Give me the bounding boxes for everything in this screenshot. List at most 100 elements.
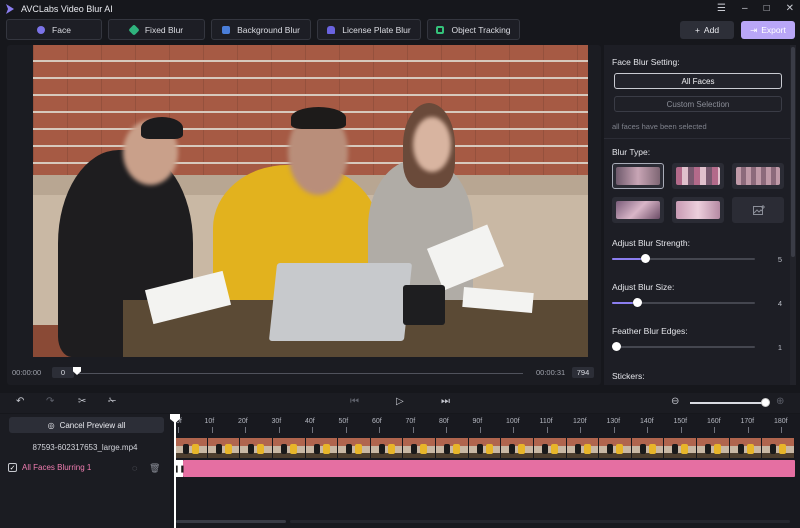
time-ruler[interactable]: 0f 10f 20f 30f 40f 50f 60f 70f 80f 90f 100f 110f 120… xyxy=(175,414,800,436)
ruler-tick xyxy=(513,427,514,433)
feather-title: Feather Blur Edges: xyxy=(612,326,688,336)
blur-strength-slider[interactable]: 5 xyxy=(612,254,782,264)
redo-icon[interactable]: ↷ xyxy=(46,396,54,407)
blur-type-motion[interactable] xyxy=(612,197,664,223)
mode-tab-object-tracking[interactable]: Object Tracking xyxy=(427,19,520,40)
panel-scrollbar[interactable] xyxy=(790,45,796,385)
mode-tab-label: License Plate Blur xyxy=(342,24,411,35)
ruler-tick xyxy=(747,427,749,433)
next-frame-icon[interactable]: ⏭ xyxy=(441,396,450,407)
track-checkbox[interactable]: ✓ xyxy=(8,463,17,472)
mode-tab-license-plate-blur[interactable]: License Plate Blur xyxy=(317,19,421,40)
ruler-tick xyxy=(278,427,280,433)
previous-frame-icon[interactable]: ⏮ xyxy=(350,396,359,407)
export-label: Export xyxy=(761,25,786,35)
export-icon: ⇥ xyxy=(750,24,758,35)
track-list: ◎ Cancel Preview all 87593-602317653_lar… xyxy=(0,414,170,528)
delete-track-icon[interactable]: 🗑 xyxy=(149,463,160,474)
custom-selection-button[interactable]: Custom Selection xyxy=(614,96,782,112)
feather-slider[interactable]: 1 xyxy=(612,342,782,352)
ruler-label: 120f xyxy=(573,418,587,425)
ruler-label: 100f xyxy=(506,418,520,425)
split-icon[interactable]: ✂ xyxy=(78,396,86,407)
zoom-slider-knob[interactable] xyxy=(761,398,770,407)
zoom-out-icon[interactable]: ⊖ xyxy=(671,396,679,407)
zoom-slider-track[interactable] xyxy=(690,402,765,404)
slider-knob[interactable] xyxy=(612,342,621,351)
add-label: Add xyxy=(703,25,720,35)
blur-type-mosaic[interactable] xyxy=(672,163,724,189)
current-frame[interactable]: 0 xyxy=(52,367,74,378)
blur-size-slider[interactable]: 4 xyxy=(612,298,782,308)
video-frame[interactable] xyxy=(33,45,588,357)
add-button[interactable]: + Add xyxy=(680,21,734,39)
ruler-tick xyxy=(345,427,347,433)
ruler-tick xyxy=(178,427,179,433)
ruler-label: 90f xyxy=(472,418,483,425)
slider-knob[interactable] xyxy=(640,254,650,263)
hair xyxy=(141,117,183,139)
mode-tab-face[interactable]: Face xyxy=(6,19,102,40)
mode-tab-label: Object Tracking xyxy=(451,24,511,35)
ruler-tick xyxy=(479,427,481,433)
ruler-tick xyxy=(546,427,548,433)
blur-type-gaussian[interactable] xyxy=(612,163,664,189)
filmstrip-frame xyxy=(697,438,730,458)
timeline-scroll-track[interactable] xyxy=(290,520,790,523)
ruler-label: 20f xyxy=(238,418,248,425)
track-row[interactable]: ✓ All Faces Blurring 1 xyxy=(8,463,91,472)
minimize-icon[interactable]: – xyxy=(742,3,748,14)
blur-type-frosted[interactable] xyxy=(672,197,724,223)
playhead[interactable] xyxy=(174,414,176,528)
ruler-tick xyxy=(312,427,313,433)
ruler-tick xyxy=(412,427,414,433)
filmstrip-frame xyxy=(468,438,502,458)
export-button[interactable]: ⇥ Export xyxy=(741,21,795,39)
ruler-label: 50f xyxy=(338,418,349,425)
eye-off-icon: ◎ xyxy=(47,420,55,430)
mode-tab-background-blur[interactable]: Background Blur xyxy=(211,19,311,40)
play-icon[interactable]: ▷ xyxy=(396,396,404,407)
slider-knob[interactable] xyxy=(633,298,643,307)
filmstrip-frame xyxy=(175,438,208,458)
scrubber-track[interactable] xyxy=(77,373,523,374)
face-blurred xyxy=(413,117,451,172)
blur-strength-title: Adjust Blur Strength: xyxy=(612,238,690,248)
slider-fill xyxy=(612,302,634,304)
app-logo-icon xyxy=(6,3,14,14)
selection-note: all faces have been selected xyxy=(612,122,707,131)
ruler-tick xyxy=(613,427,615,433)
ruler-label: 10f xyxy=(204,418,215,425)
undo-icon[interactable]: ↶ xyxy=(16,396,24,407)
ruler-label: 140f xyxy=(640,418,654,425)
ruler-label: 150f xyxy=(673,418,688,425)
timeline-scroll-thumb[interactable] xyxy=(176,520,286,523)
face-blur-setting-title: Face Blur Setting: xyxy=(612,57,680,67)
ruler-label: 40f xyxy=(305,418,315,425)
maximize-icon[interactable]: □ xyxy=(764,3,770,14)
filmstrip-frame xyxy=(533,438,567,458)
ruler-tick xyxy=(714,427,715,433)
filmstrip-frame xyxy=(436,438,469,458)
cut-icon[interactable]: ✁ xyxy=(108,396,116,407)
object-tracking-icon xyxy=(436,25,445,34)
ruler-label: 160f xyxy=(707,418,721,425)
track-bar-handle[interactable]: ❚❚ xyxy=(174,460,185,477)
blur-type-image[interactable] xyxy=(732,197,784,223)
license-plate-icon xyxy=(327,25,336,34)
feather-value: 1 xyxy=(777,343,782,352)
all-faces-button[interactable]: All Faces xyxy=(614,73,782,89)
blur-track-bar[interactable] xyxy=(183,460,795,477)
scrollbar-thumb[interactable] xyxy=(791,47,795,257)
blur-type-pixel[interactable] xyxy=(732,163,784,189)
add-image-icon xyxy=(753,205,765,215)
mode-tab-fixed-blur[interactable]: Fixed Blur xyxy=(108,19,205,40)
cancel-preview-label: Cancel Preview all xyxy=(59,420,126,430)
plus-icon: + xyxy=(694,25,700,35)
cancel-preview-button[interactable]: ◎ Cancel Preview all xyxy=(9,417,164,433)
close-icon[interactable]: ✕ xyxy=(786,3,794,14)
face-icon xyxy=(37,25,46,34)
menu-icon[interactable]: ☰ xyxy=(717,3,726,14)
hide-track-icon[interactable]: ◌ xyxy=(132,463,137,473)
zoom-in-icon[interactable]: ⊕ xyxy=(776,396,784,407)
